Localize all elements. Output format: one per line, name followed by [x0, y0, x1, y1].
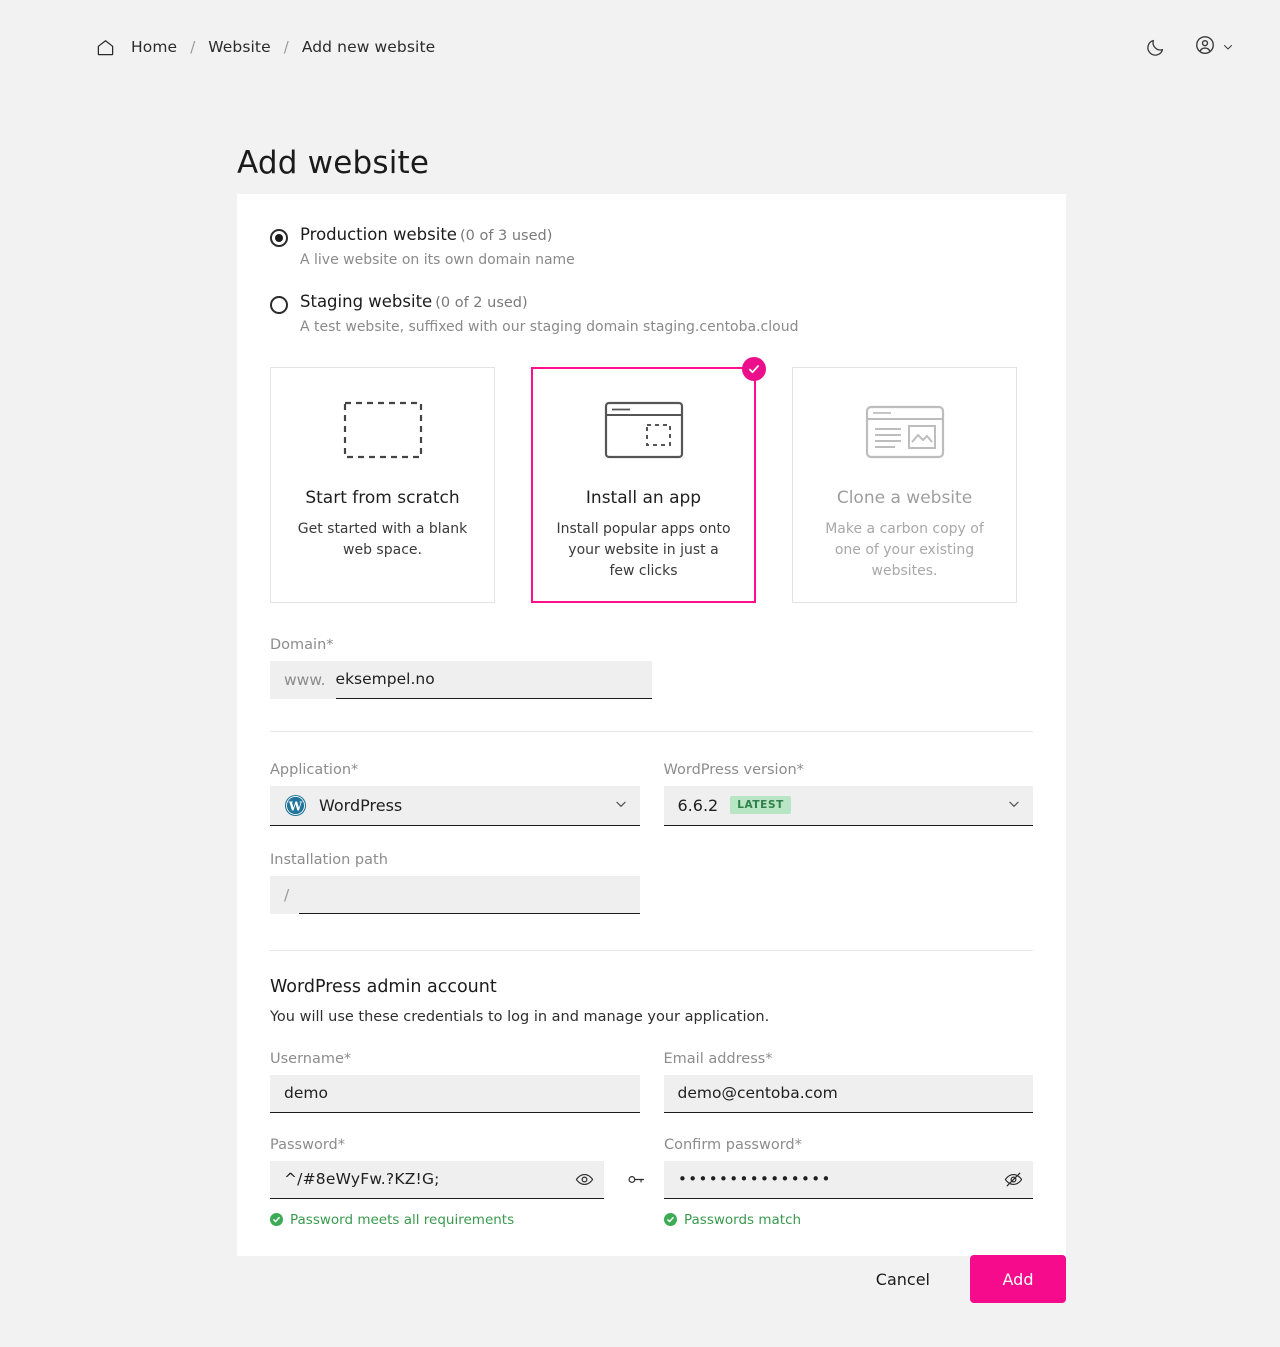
eye-icon[interactable] [569, 1170, 594, 1189]
confirm-password-label: Confirm password* [664, 1136, 802, 1153]
divider [270, 949, 1033, 951]
chevron-down-icon [1222, 38, 1234, 57]
svg-text:W: W [288, 799, 303, 813]
confirm-password-hint-text: Passwords match [684, 1211, 802, 1228]
password-input-shell[interactable]: ^/#8eWyFw.?KZ!G; [270, 1160, 604, 1199]
radio-count-staging: (0 of 2 used) [435, 295, 528, 312]
wordpress-logo-icon: W [284, 794, 307, 817]
installation-path-field: Installation path / [270, 852, 640, 914]
top-bar: Home / Website / Add new website [0, 0, 1280, 94]
radio-production-website[interactable] [270, 229, 288, 247]
admin-account-title: WordPress admin account [270, 976, 497, 997]
application-field: Application* W WordPress [270, 762, 640, 826]
website-type-option-production[interactable]: Production website (0 of 3 used) A live w… [270, 224, 1033, 269]
breadcrumb-separator: / [283, 38, 289, 56]
confirm-password-input-shell[interactable]: ••••••••••••••• [664, 1160, 1033, 1199]
method-card-install-an-app[interactable]: Install an app Install popular apps onto… [531, 356, 766, 603]
method-card-title: Install an app [585, 487, 702, 508]
user-circle-icon [1194, 34, 1216, 60]
radio-desc-production: A live website on its own domain name [300, 251, 575, 268]
key-icon[interactable] [626, 1170, 645, 1189]
method-card-title: Start from scratch [305, 487, 460, 508]
breadcrumb: Home / Website / Add new website [96, 38, 435, 57]
admin-account-section: WordPress admin account You will use the… [270, 977, 1033, 1025]
page-title: Add website [237, 144, 430, 181]
domain-label: Domain* [270, 636, 334, 653]
username-input[interactable]: demo [284, 1084, 626, 1102]
dashed-rectangle-icon [289, 394, 476, 466]
check-circle-icon [270, 1213, 283, 1227]
chevron-down-icon [1007, 796, 1021, 815]
wordpress-version-label: WordPress version* [663, 761, 804, 778]
browser-window-dashed-icon [550, 394, 737, 466]
password-hint: Password meets all requirements [270, 1212, 640, 1228]
cancel-button[interactable]: Cancel [862, 1260, 944, 1299]
password-hint-text: Password meets all requirements [290, 1211, 515, 1228]
method-card-start-from-scratch[interactable]: Start from scratch Get started with a bl… [270, 366, 495, 603]
moon-icon[interactable] [1145, 37, 1166, 58]
chevron-down-icon [614, 796, 628, 815]
password-field: Password* ^/#8eWyFw.?KZ!G; Password meet… [270, 1136, 645, 1228]
confirm-password-hint: Passwords match [664, 1212, 1033, 1228]
password-label: Password* [270, 1136, 345, 1153]
top-bar-actions [1145, 34, 1234, 60]
email-input[interactable]: demo@centoba.com [678, 1084, 1020, 1102]
application-row: Application* W WordPress WordPress versi… [270, 762, 1033, 826]
check-circle-icon [742, 356, 766, 381]
browser-window-content-icon [811, 394, 998, 466]
wordpress-version-field: WordPress version* 6.6.2 LATEST [663, 761, 1033, 826]
breadcrumb-item-add-new-website[interactable]: Add new website [302, 38, 435, 56]
wordpress-version-select[interactable]: 6.6.2 LATEST [663, 785, 1033, 826]
username-input-shell[interactable]: demo [270, 1074, 640, 1113]
method-card-clone-a-website[interactable]: Clone a website Make a carbon copy of on… [792, 366, 1017, 603]
application-value: WordPress [319, 795, 403, 815]
email-label: Email address* [663, 1050, 773, 1067]
form-footer: Cancel Add [237, 1255, 1066, 1303]
confirm-password-input[interactable]: ••••••••••••••• [678, 1170, 998, 1188]
wordpress-version-value: 6.6.2 [677, 795, 719, 815]
eye-off-icon[interactable] [998, 1170, 1023, 1189]
domain-input-shell[interactable]: www. eksempel.no [270, 660, 652, 699]
password-row: Password* ^/#8eWyFw.?KZ!G; Password meet… [270, 1137, 1033, 1228]
installation-path-prefix: / [284, 885, 290, 904]
admin-account-subtitle: You will use these credentials to log in… [270, 1008, 770, 1025]
breadcrumb-item-website[interactable]: Website [208, 38, 271, 56]
account-menu[interactable] [1194, 34, 1234, 60]
radio-label-production: Production website [300, 225, 457, 244]
website-type-option-staging[interactable]: Staging website (0 of 2 used) A test webs… [270, 291, 1033, 336]
method-card-description: Make a carbon copy of one of your existi… [825, 520, 984, 579]
latest-badge: LATEST [730, 796, 791, 815]
application-label: Application* [270, 761, 359, 778]
radio-staging-website[interactable] [270, 296, 288, 315]
breadcrumb-separator: / [190, 38, 196, 56]
method-card-title: Clone a website [836, 487, 973, 508]
email-input-shell[interactable]: demo@centoba.com [663, 1074, 1033, 1113]
add-website-form-card: Production website (0 of 3 used) A live w… [237, 194, 1066, 1256]
confirm-password-field: Confirm password* ••••••••••••••• Passwo… [664, 1137, 1033, 1228]
radio-label-staging: Staging website [300, 292, 433, 312]
application-select[interactable]: W WordPress [270, 785, 640, 826]
creation-method-cards: Start from scratch Get started with a bl… [270, 356, 1033, 603]
method-card-description: Get started with a blank web space. [297, 520, 468, 558]
radio-count-production: (0 of 3 used) [459, 228, 553, 244]
username-label: Username* [270, 1050, 352, 1067]
credentials-row: Username* demo Email address* demo@cento… [270, 1051, 1033, 1113]
email-field: Email address* demo@centoba.com [663, 1050, 1033, 1113]
domain-field: Domain* www. eksempel.no [270, 637, 652, 699]
check-circle-icon [664, 1213, 677, 1227]
username-field: Username* demo [270, 1051, 640, 1113]
installation-path-input[interactable] [299, 876, 640, 914]
domain-prefix: www. [284, 670, 326, 689]
installation-path-shell[interactable]: / [270, 875, 640, 914]
breadcrumb-item-home[interactable]: Home [131, 38, 177, 56]
home-icon[interactable] [96, 38, 115, 57]
add-button[interactable]: Add [970, 1255, 1066, 1303]
password-input[interactable]: ^/#8eWyFw.?KZ!G; [284, 1170, 569, 1188]
radio-desc-staging: A test website, suffixed with our stagin… [300, 319, 799, 336]
domain-input[interactable]: eksempel.no [335, 661, 652, 699]
installation-path-label: Installation path [270, 851, 388, 868]
divider [270, 730, 1033, 732]
add-website-page: Home / Website / Add new website Add web… [0, 0, 1280, 1347]
method-card-description: Install popular apps onto your website i… [556, 520, 731, 579]
